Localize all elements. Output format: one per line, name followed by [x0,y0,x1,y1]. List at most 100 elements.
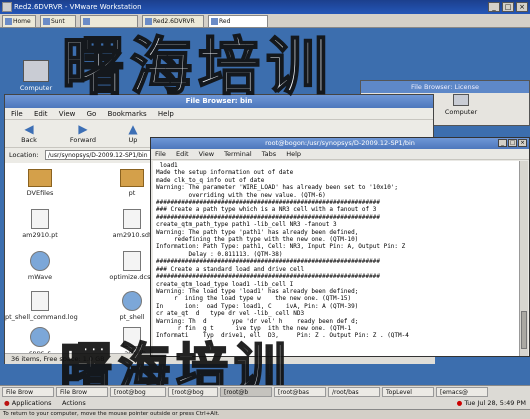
file-name: DVEfiles [26,189,54,197]
terminal-line: ########################################… [156,213,380,221]
menu-view[interactable]: View [199,150,214,158]
terminal-line: In ion: oad Type: load1, C ivA, Pin: A (… [156,302,359,310]
file-icon [123,209,141,229]
file-name: am2910.pt [22,231,58,239]
vm-icon [43,18,50,25]
executable-icon [122,291,142,311]
actions-menu[interactable]: Actions [62,398,86,409]
terminal-line: cr ate_qt d type dr vel -lib_ cell ND3 [156,310,305,318]
vmware-status-bar: To return to your computer, move the mou… [0,409,530,419]
terminal-scrollbar[interactable] [519,161,528,356]
back-button[interactable]: ◀ Back [9,122,49,144]
scrollbar-thumb[interactable] [521,311,527,349]
terminal-line: r ining the load type w the new one. (QT… [156,295,352,303]
back-arrow-icon: ◀ [24,122,34,136]
terminal-window[interactable]: root@bogon:/usr/synopsys/D-2009.12-SP1/b… [150,137,530,357]
terminal-line: made clk_to_q info out of date [156,176,265,184]
task-toplevel[interactable]: TopLevel [382,387,434,397]
tab-home[interactable]: Home [2,15,36,27]
tab-label: Home [13,18,31,25]
maximize-button[interactable]: □ [502,2,514,12]
menu-edit[interactable]: Edit [176,150,189,158]
terminal-line: overriding with the new value. (QTM-6) [156,191,326,199]
maximize-button[interactable]: □ [508,139,517,147]
location-label: Location: [9,151,39,159]
location-input[interactable]: /usr/synopsys/D-2009.12-SP1/bin [45,150,157,160]
guest-taskbar: File Brow File Brow [root@bog [root@bog … [0,385,530,409]
folder-icon [28,169,52,187]
terminal-line: Warning: The path type 'path1' has alrea… [156,228,359,236]
forward-arrow-icon: ▶ [78,122,88,136]
computer-icon [23,60,49,82]
folder-icon [120,169,144,187]
applications-menu[interactable]: ● Applications [4,398,51,409]
executable-icon [30,327,50,347]
file-name: pt_shell_command.log [5,313,78,321]
file-name: mWave [27,273,53,281]
home-icon [5,18,12,25]
toolbar-computer-button[interactable]: Computer [431,94,491,116]
watermark-top: 曙海培训 [61,29,335,104]
up-arrow-icon: ▲ [128,122,138,136]
close-button[interactable]: × [518,139,527,147]
menu-tabs[interactable]: Tabs [262,150,276,158]
menu-file[interactable]: File [11,110,23,118]
applications-label: Applications [11,399,52,407]
terminal-line: Warning: Th d ype 'dr vel' h ready been … [156,317,359,325]
task-file-browser[interactable]: File Brow [2,387,54,397]
gnome-foot-icon: ● [4,399,10,407]
terminal-line: Information: Path Type: path1, Cell: NR3… [156,243,406,251]
button-label: Computer [444,108,478,116]
computer-icon [453,94,469,106]
task-emacs[interactable]: [emacs@ [436,387,488,397]
up-button[interactable]: ▲ Up [113,122,153,144]
vmware-title-bar: Red2.6DVRVR - VMware Workstation _ □ × [0,0,530,14]
minimize-button[interactable]: _ [488,2,500,12]
task-terminal-active[interactable]: [root@b [220,387,272,397]
task-terminal[interactable]: [root@bog [168,387,218,397]
window-title: root@bogon:/usr/synopsys/D-2009.12-SP1/b… [265,139,415,147]
terminal-line: Delay : 0.811113. (QTM-38) [156,250,283,258]
task-terminal[interactable]: [root@bas [274,387,326,397]
terminal-line: create_qtm_load_type load1 -lib_cell I [156,280,294,288]
menu-edit[interactable]: Edit [34,110,48,118]
vmware-title: Red2.6DVRVR - VMware Workstation [14,3,142,11]
terminal-menu-bar: File Edit View Terminal Tabs Help [151,149,529,160]
menu-terminal[interactable]: Terminal [224,150,251,158]
terminal-line: ########################################… [156,258,380,266]
file-item[interactable]: mWave [5,251,75,281]
terminal-line: ### Create a path type which is a NR3 ce… [156,206,377,214]
terminal-line: create_qtm_path_type path1 -lib_cell NR3… [156,221,337,229]
desktop-icon-computer[interactable]: Computer [6,60,66,92]
file-icon [31,209,49,229]
task-folder[interactable]: /root/bas [328,387,380,397]
menu-file[interactable]: File [155,150,166,158]
terminal-line: ########################################… [156,199,380,207]
close-button[interactable]: × [516,2,528,12]
executable-icon [30,251,50,271]
file-icon [31,291,49,311]
button-label: Forward [69,136,97,144]
file-item[interactable]: pt_shell_command.log [5,291,78,321]
file-item[interactable]: am2910.pt [5,209,75,239]
forward-button[interactable]: ▶ Forward [63,122,103,144]
terminal-line: load1 [156,162,178,169]
terminal-line: ########################################… [156,273,380,281]
red-hat-icon: ● [456,399,463,407]
menu-help[interactable]: Help [286,150,301,158]
minimize-button[interactable]: _ [498,139,507,147]
file-item[interactable]: DVEfiles [5,169,75,197]
menu-bar: File Edit View Go Bookmarks Help [5,108,433,120]
terminal-line: Made the setup information out of date [156,169,294,177]
task-file-browser[interactable]: File Brow [56,387,108,397]
file-name: pt_shell [119,313,145,321]
menu-help[interactable]: Help [158,110,174,118]
clock[interactable]: ● Tue Jul 28, 5:49 PM [457,398,526,409]
menu-bookmarks[interactable]: Bookmarks [108,110,147,118]
terminal-line: Warning: The parameter 'WIRE_LOAD' has a… [156,184,399,192]
terminal-title-bar: root@bogon:/usr/synopsys/D-2009.12-SP1/b… [151,138,529,149]
menu-go[interactable]: Go [87,110,97,118]
task-terminal[interactable]: [root@bog [110,387,166,397]
menu-view[interactable]: View [59,110,76,118]
desktop-icon-label: Computer [19,84,53,92]
